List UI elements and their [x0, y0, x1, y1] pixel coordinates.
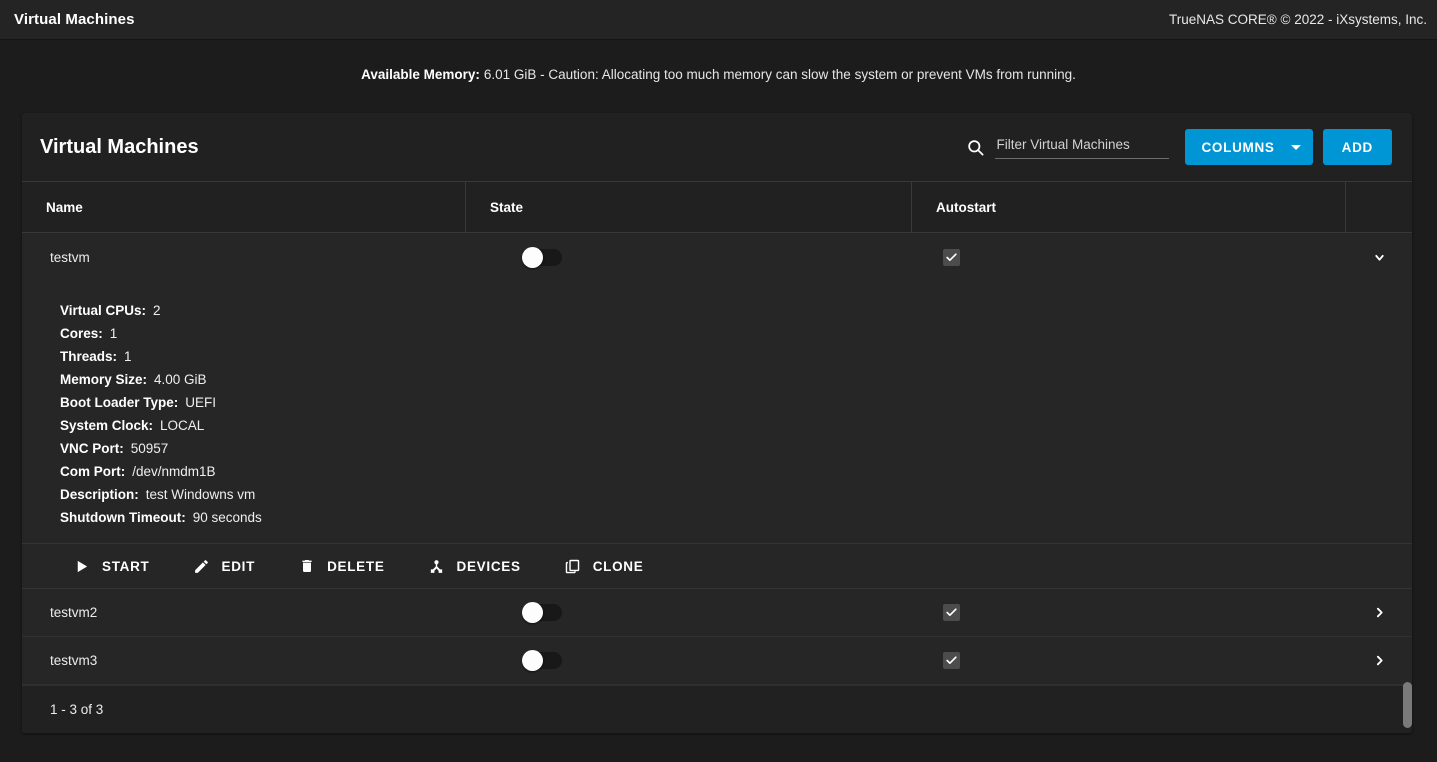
- vm-state-cell: [466, 603, 912, 622]
- delete-button-label: DELETE: [327, 559, 384, 574]
- pagination-label: 1 - 3 of 3: [50, 702, 103, 717]
- card-title: Virtual Machines: [40, 136, 199, 159]
- devices-button-label: DEVICES: [457, 559, 521, 574]
- column-header-actions: [1346, 182, 1412, 232]
- device-hub-icon: [427, 557, 446, 576]
- state-toggle[interactable]: [522, 248, 566, 267]
- start-button[interactable]: START: [72, 553, 150, 580]
- detail-shutdown-timeout: Shutdown Timeout: 90 seconds: [60, 506, 1412, 529]
- detail-label: Virtual CPUs:: [60, 303, 146, 318]
- detail-value: 1: [110, 326, 118, 341]
- detail-label: Memory Size:: [60, 372, 147, 387]
- columns-button-label: COLUMNS: [1201, 140, 1274, 155]
- detail-value: /dev/nmdm1B: [132, 464, 215, 479]
- pencil-icon: [192, 557, 211, 576]
- detail-value: 2: [153, 303, 161, 318]
- vm-autostart-cell: [912, 249, 1346, 266]
- chevron-right-icon[interactable]: [1373, 606, 1386, 619]
- start-button-label: START: [102, 559, 150, 574]
- toggle-knob: [522, 602, 543, 623]
- table-header-row: Name State Autostart: [22, 181, 1412, 233]
- chevron-right-icon[interactable]: [1373, 654, 1386, 667]
- toggle-knob: [522, 247, 543, 268]
- edit-button[interactable]: EDIT: [192, 553, 256, 580]
- detail-value: LOCAL: [160, 418, 204, 433]
- detail-label: Boot Loader Type:: [60, 395, 178, 410]
- vm-details-panel: Virtual CPUs: 2 Cores: 1 Threads: 1 Memory …: [22, 281, 1412, 543]
- delete-button[interactable]: DELETE: [297, 553, 384, 580]
- row-expand-cell: [1346, 251, 1412, 264]
- clone-button[interactable]: CLONE: [563, 553, 644, 580]
- autostart-checkbox[interactable]: [943, 652, 960, 669]
- detail-value: UEFI: [185, 395, 216, 410]
- vm-state-cell: [466, 248, 912, 267]
- detail-label: Description:: [60, 487, 139, 502]
- detail-label: Cores:: [60, 326, 103, 341]
- available-memory-label: Available Memory:: [361, 67, 480, 82]
- detail-memory-size: Memory Size: 4.00 GiB: [60, 368, 1412, 391]
- available-memory-notice: Available Memory: 6.01 GiB - Caution: Al…: [0, 40, 1437, 108]
- detail-value: 4.00 GiB: [154, 372, 207, 387]
- vm-actions-bar: START EDIT DELETE DEVICES CLONE: [22, 543, 1412, 589]
- top-bar: Virtual Machines TrueNAS CORE® © 2022 - …: [0, 0, 1437, 40]
- table-row[interactable]: testvm3: [22, 637, 1412, 685]
- detail-com-port: Com Port: /dev/nmdm1B: [60, 460, 1412, 483]
- search-input[interactable]: [995, 135, 1169, 159]
- detail-label: VNC Port:: [60, 441, 124, 456]
- copy-icon: [563, 557, 582, 576]
- add-button-label: ADD: [1342, 140, 1373, 155]
- toggle-knob: [522, 650, 543, 671]
- detail-value: test Windowns vm: [146, 487, 256, 502]
- table-row[interactable]: testvm: [22, 233, 1412, 281]
- vm-autostart-cell: [912, 604, 1346, 621]
- column-header-autostart[interactable]: Autostart: [912, 182, 1346, 232]
- detail-label: System Clock:: [60, 418, 153, 433]
- detail-description: Description: test Windowns vm: [60, 483, 1412, 506]
- table-footer: 1 - 3 of 3: [22, 685, 1412, 733]
- detail-virtual-cpus: Virtual CPUs: 2: [60, 299, 1412, 322]
- clone-button-label: CLONE: [593, 559, 644, 574]
- autostart-checkbox[interactable]: [943, 604, 960, 621]
- card-header: Virtual Machines COLUMNS ADD: [22, 113, 1412, 181]
- detail-label: Threads:: [60, 349, 117, 364]
- vm-name: testvm: [22, 250, 466, 265]
- detail-threads: Threads: 1: [60, 345, 1412, 368]
- detail-label: Shutdown Timeout:: [60, 510, 186, 525]
- available-memory-text: 6.01 GiB - Caution: Allocating too much …: [484, 67, 1076, 82]
- state-toggle[interactable]: [522, 651, 566, 670]
- detail-boot-loader-type: Boot Loader Type: UEFI: [60, 391, 1412, 414]
- detail-value: 1: [124, 349, 132, 364]
- row-expand-cell: [1346, 654, 1412, 667]
- detail-label: Com Port:: [60, 464, 125, 479]
- edit-button-label: EDIT: [222, 559, 256, 574]
- state-toggle[interactable]: [522, 603, 566, 622]
- autostart-checkbox[interactable]: [943, 249, 960, 266]
- play-icon: [72, 557, 91, 576]
- chevron-down-icon[interactable]: [1373, 251, 1386, 264]
- page-title: Virtual Machines: [14, 11, 135, 28]
- chevron-down-icon: [1291, 145, 1301, 150]
- vm-state-cell: [466, 651, 912, 670]
- detail-cores: Cores: 1: [60, 322, 1412, 345]
- table-row[interactable]: testvm2: [22, 589, 1412, 637]
- column-header-state[interactable]: State: [466, 182, 912, 232]
- columns-button[interactable]: COLUMNS: [1185, 129, 1312, 165]
- vm-name: testvm3: [22, 653, 466, 668]
- detail-system-clock: System Clock: LOCAL: [60, 414, 1412, 437]
- vm-name: testvm2: [22, 605, 466, 620]
- virtual-machines-card: Virtual Machines COLUMNS ADD Name State …: [22, 113, 1412, 733]
- search-icon: [965, 137, 985, 157]
- copyright-text: TrueNAS CORE® © 2022 - iXsystems, Inc.: [1169, 12, 1429, 27]
- detail-vnc-port: VNC Port: 50957: [60, 437, 1412, 460]
- row-expand-cell: [1346, 606, 1412, 619]
- detail-value: 90 seconds: [193, 510, 262, 525]
- trash-icon: [297, 557, 316, 576]
- column-header-name[interactable]: Name: [22, 182, 466, 232]
- detail-value: 50957: [131, 441, 169, 456]
- vm-autostart-cell: [912, 652, 1346, 669]
- search-area: [965, 135, 1169, 159]
- vertical-scrollbar-thumb[interactable]: [1403, 682, 1412, 728]
- add-button[interactable]: ADD: [1323, 129, 1392, 165]
- devices-button[interactable]: DEVICES: [427, 553, 521, 580]
